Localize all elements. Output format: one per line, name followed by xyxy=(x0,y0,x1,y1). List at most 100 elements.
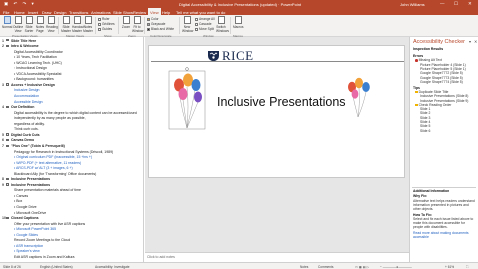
user-name[interactable]: John Williams xyxy=(400,2,425,7)
slide-number: 7 xyxy=(2,143,4,148)
rotate-handle[interactable] xyxy=(185,67,189,71)
section-divider xyxy=(412,187,476,188)
slide-number: 1 xyxy=(2,38,4,43)
tab-file[interactable]: File xyxy=(3,10,9,15)
balloon-pink xyxy=(351,89,359,99)
tip-icon xyxy=(415,103,418,107)
outline-view-button[interactable]: Outline View xyxy=(13,16,23,33)
outline-text: ◦ Instructional Design xyxy=(14,66,47,71)
quick-access-toolbar[interactable]: ▣ ↶ ↷ ▾ xyxy=(4,1,36,7)
tell-me-search[interactable]: Tell me what you want to do xyxy=(176,10,225,15)
inspection-results-heading: Inspection Results xyxy=(413,47,443,51)
ribbon-separator xyxy=(58,17,59,34)
checker-title: Accessibility Checker xyxy=(413,39,465,45)
balloons-image-left[interactable] xyxy=(167,66,207,132)
ribbon-separator xyxy=(144,17,145,34)
fit-slide-icon[interactable]: ⛶ xyxy=(466,265,468,269)
ruler-checkbox[interactable]: Ruler xyxy=(98,17,110,21)
zoom-slider[interactable]: − ──────●────── xyxy=(380,265,412,269)
normal-view-button[interactable]: Normal xyxy=(2,16,12,29)
black-and-white-button[interactable]: Black and White xyxy=(147,27,174,31)
notes-page-button[interactable]: Notes Page xyxy=(35,16,45,33)
grayscale-icon xyxy=(147,22,150,26)
outline-text: Blackboard Ally (for 'Transforming' Offi… xyxy=(14,171,97,176)
checkbox-icon xyxy=(98,22,101,26)
slide-canvas[interactable]: RICE Inclusive Presentations xyxy=(148,45,405,178)
outline-text: • ARCS-PDF w/ ALT (3 + images, 6 +) xyxy=(14,166,73,171)
tab-review[interactable]: Review xyxy=(133,10,146,15)
notes-master-button[interactable]: Notes Master xyxy=(83,16,93,33)
slide-thumbnail-icon xyxy=(6,44,9,48)
outline-text: • Background: humanities xyxy=(14,77,54,82)
switch-windows-button[interactable]: Switch Windows xyxy=(216,16,229,33)
outline-text: Record Zoom Meetings to the Cloud xyxy=(14,238,71,243)
color-button[interactable]: Color xyxy=(147,17,159,21)
slide-count: Slide 8 of 26 xyxy=(3,264,21,269)
grayscale-button[interactable]: Grayscale xyxy=(147,22,165,26)
window-title: Digital Accessibility & Inclusive Presen… xyxy=(178,1,302,7)
slide-thumbnail-icon xyxy=(6,177,9,181)
slide-number: 6 xyxy=(2,138,4,143)
tip-item[interactable]: Slide 6 xyxy=(420,129,430,133)
cascade-button[interactable]: Cascade xyxy=(195,22,212,26)
close-button[interactable]: ✕ xyxy=(468,1,472,7)
inspection-results-heading-label: Inspection Results xyxy=(413,47,444,51)
tab-help[interactable]: Help xyxy=(162,10,170,15)
comments-toggle[interactable]: Comments xyxy=(318,265,333,269)
view-buttons[interactable]: ▭ ▦ ▤ ▷ xyxy=(355,265,369,269)
tab-design[interactable]: Design xyxy=(54,10,66,15)
outline-pane[interactable]: 1 Slide Title Here 2 Intro & Welcome Digital… xyxy=(0,37,144,262)
split-icon xyxy=(195,27,198,31)
reading-view-button[interactable]: Reading View xyxy=(46,16,58,33)
slide-thumbnail-icon xyxy=(6,83,9,86)
notes-pane[interactable]: Click to add notes xyxy=(145,252,409,262)
balloon-blue xyxy=(191,79,201,91)
outline-text: • VDCA Accessibility Specialist xyxy=(14,71,62,76)
tab-view[interactable]: View xyxy=(148,8,161,15)
tab-transitions[interactable]: Transitions xyxy=(69,10,88,15)
tab-animations[interactable]: Animations xyxy=(91,10,111,15)
guides-checkbox[interactable]: Guides xyxy=(98,27,112,31)
macros-button[interactable]: Macros xyxy=(233,16,243,29)
handout-master-button[interactable]: Handout Master xyxy=(72,16,84,33)
checkbox-icon xyxy=(98,17,101,21)
outline-text: Our Definition xyxy=(11,105,35,110)
tab-insert[interactable]: Insert xyxy=(28,10,38,15)
ribbon-separator xyxy=(95,17,96,34)
fit-to-window-button[interactable]: Fit to Window xyxy=(132,16,143,33)
error-item[interactable]: Google Shape7774 (Slide 5) xyxy=(420,80,463,84)
new-window-button[interactable]: New Window xyxy=(182,16,193,33)
slide-thumbnail-icon xyxy=(6,216,9,220)
slide-thumbnail-icon xyxy=(6,144,9,147)
outline-text: "Plus One" (Tobin & Perruquelli) xyxy=(11,143,65,148)
slide-title[interactable]: Inclusive Presentations xyxy=(217,95,346,109)
maximize-button[interactable]: ☐ xyxy=(454,1,458,7)
tab-draw[interactable]: Draw xyxy=(42,10,51,15)
outline-text: Intro & Welcome xyxy=(11,44,39,49)
gridlines-checkbox[interactable]: Gridlines xyxy=(98,22,115,26)
outline-text: Digital Accessibility Coordinator xyxy=(14,49,63,54)
pane-options-icon[interactable]: ▾ xyxy=(469,39,471,44)
slide-master-button[interactable]: Slide Master xyxy=(61,16,71,33)
balloons-image-right[interactable] xyxy=(345,76,373,118)
zoom-button[interactable]: Zoom xyxy=(121,16,131,29)
move-split-button[interactable]: Move Split xyxy=(195,27,214,31)
notes-toggle[interactable]: Notes xyxy=(300,265,308,269)
outline-text: • Microsoft PowerPoint 365 xyxy=(14,227,57,232)
tab-home[interactable]: Home xyxy=(14,10,25,15)
outline-text: • Original curriculum PDF (inaccessible,… xyxy=(14,155,93,160)
tab-slide-show[interactable]: Slide Show xyxy=(113,10,133,15)
minimize-button[interactable]: — xyxy=(440,1,445,6)
slide-number: 8 xyxy=(2,177,4,182)
outline-text: • Box xyxy=(14,199,23,204)
slide-number: 2 xyxy=(2,44,4,49)
slide-sorter-button[interactable]: Slide Sorter xyxy=(24,16,34,33)
read-more-link[interactable]: Read more about making documents accessi… xyxy=(413,231,476,239)
outline-text: • WIPO-PDF (+ text alternative, 11 reade… xyxy=(14,160,82,165)
zoom-level[interactable]: + 61% xyxy=(445,265,454,269)
arrange-all-button[interactable]: Arrange All xyxy=(195,17,215,21)
how-fix-heading: How To Fix: xyxy=(413,213,432,217)
language-indicator[interactable]: English (United States) xyxy=(40,265,73,269)
accessibility-status[interactable]: Accessibility: Investigate xyxy=(95,265,130,269)
close-pane-icon[interactable]: ✕ xyxy=(474,39,477,44)
